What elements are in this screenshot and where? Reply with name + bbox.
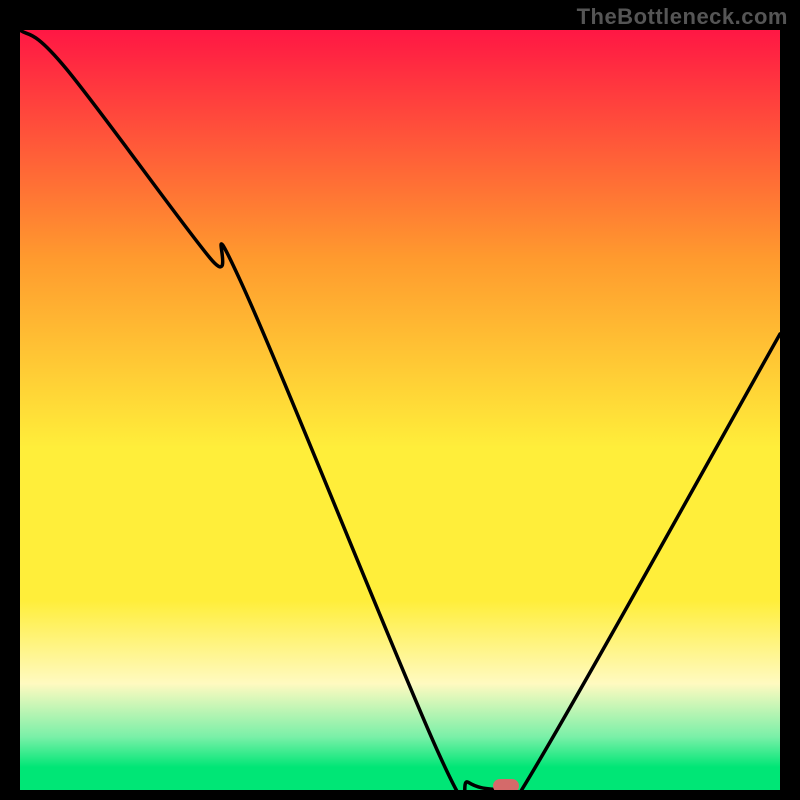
optimal-marker — [493, 779, 519, 790]
plot-area — [20, 30, 780, 790]
bottleneck-curve — [20, 30, 780, 790]
chart-frame: TheBottleneck.com — [0, 0, 800, 800]
watermark-text: TheBottleneck.com — [577, 4, 788, 30]
